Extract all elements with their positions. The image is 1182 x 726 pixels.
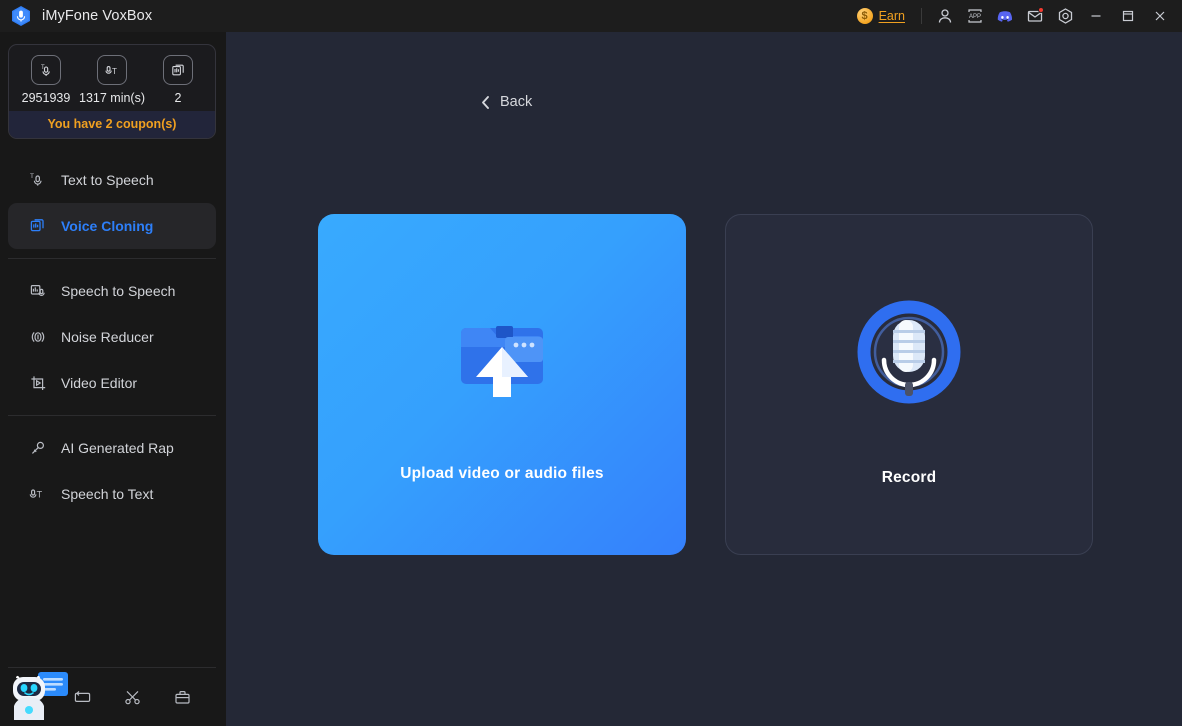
sidebar-item-text-to-speech[interactable]: T Text to Speech [8,157,216,203]
svg-text:APP: APP [969,14,981,20]
upload-folder-icon [443,287,561,437]
sidebar-item-label: Noise Reducer [61,329,154,345]
earn-button[interactable]: $ Earn [849,4,913,28]
earn-label: Earn [879,9,905,23]
svg-text:T: T [37,490,43,500]
upload-card-label: Upload video or audio files [400,465,603,483]
credit-item-files[interactable]: 2 [145,55,211,105]
files-credit-icon [163,55,193,85]
sidebar-divider-1 [8,258,216,259]
minimize-button[interactable] [1080,0,1112,32]
record-card-label: Record [882,469,937,487]
coin-icon: $ [857,8,873,24]
sidebar: T 2951939 T [0,32,226,726]
speech-to-text-icon: T [28,484,48,504]
sidebar-item-noise-reducer[interactable]: Noise Reducer [8,314,216,360]
mail-notification-badge [1038,7,1044,13]
credit-value-characters: 2951939 [22,91,71,105]
credit-item-characters[interactable]: T 2951939 [13,55,79,105]
sidebar-item-speech-to-text[interactable]: T Speech to Text [8,471,216,517]
characters-credit-icon: T [31,55,61,85]
settings-icon[interactable] [1050,0,1080,32]
svg-text:T: T [112,67,117,76]
record-card[interactable]: Record [725,214,1093,555]
sidebar-item-label: Speech to Text [61,486,153,502]
account-icon[interactable] [930,0,960,32]
discord-icon[interactable] [990,0,1020,32]
sidebar-item-voice-cloning[interactable]: Voice Cloning [8,203,216,249]
credit-panel: T 2951939 T [8,44,216,139]
back-button[interactable]: Back [474,90,538,114]
chatbot-assistant-mascot[interactable] [4,654,76,726]
credit-item-minutes[interactable]: T 1317 min(s) [79,55,145,105]
voice-cloning-icon [28,216,48,236]
sidebar-spacer [0,517,226,667]
ai-generated-rap-icon [28,438,48,458]
title-bar: iMyFone VoxBox $ Earn APP [0,0,1182,32]
text-to-speech-icon: T [28,170,48,190]
back-label: Back [500,94,532,110]
svg-text:T: T [30,173,34,180]
video-editor-icon [28,373,48,393]
sidebar-item-speech-to-speech[interactable]: Speech to Speech [8,268,216,314]
sidebar-item-label: Text to Speech [61,172,154,188]
titlebar-divider [921,8,922,24]
voxbox-microphone-logo-icon [10,5,32,27]
sidebar-item-label: AI Generated Rap [61,440,174,456]
titlebar-actions: $ Earn APP [849,0,1182,32]
sidebar-item-label: Video Editor [61,375,137,391]
credit-row: T 2951939 T [9,45,215,111]
coupon-banner[interactable]: You have 2 coupon(s) [9,111,215,138]
app-title: iMyFone VoxBox [42,8,152,24]
sidebar-item-video-editor[interactable]: Video Editor [8,360,216,406]
sidebar-divider-2 [8,415,216,416]
minutes-credit-icon: T [97,55,127,85]
noise-reducer-icon [28,327,48,347]
upload-files-card[interactable]: Upload video or audio files [318,214,686,555]
credit-value-files: 2 [175,91,182,105]
sidebar-nav: T Text to Speech [0,157,226,517]
microphone-record-icon [854,283,964,433]
chevron-left-icon [480,95,491,110]
maximize-button[interactable] [1112,0,1144,32]
app-download-icon[interactable]: APP [960,0,990,32]
mail-icon[interactable] [1020,0,1050,32]
app-window: iMyFone VoxBox $ Earn APP [0,0,1182,726]
sidebar-item-label: Voice Cloning [61,218,153,234]
audio-cutter-tool-icon[interactable] [122,687,142,707]
speech-to-speech-icon [28,281,48,301]
main-content: Back [226,32,1182,726]
sidebar-item-label: Speech to Speech [61,283,175,299]
sidebar-item-ai-generated-rap[interactable]: AI Generated Rap [8,425,216,471]
source-selection-cards: Upload video or audio files [318,214,1093,555]
toolbox-tool-icon[interactable] [172,687,192,707]
close-button[interactable] [1144,0,1176,32]
app-body: T 2951939 T [0,32,1182,726]
credit-value-minutes: 1317 min(s) [79,91,145,105]
